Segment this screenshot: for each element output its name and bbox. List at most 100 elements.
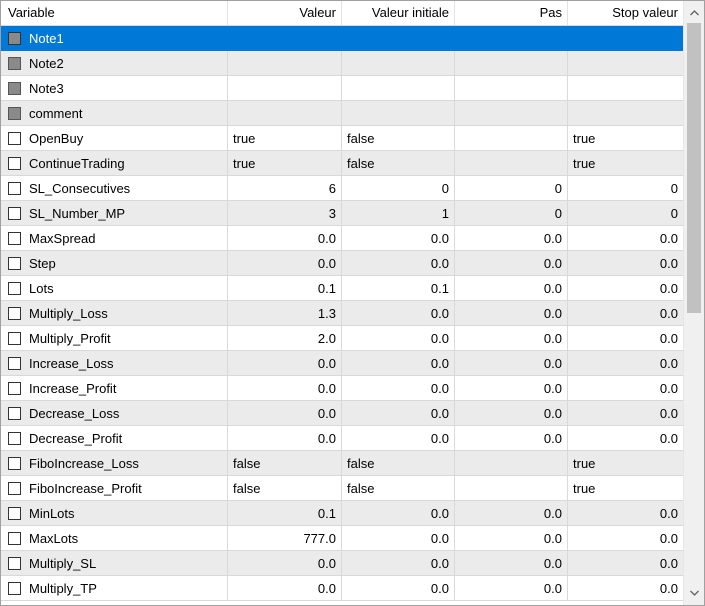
initial-value-cell[interactable]: 0.0 — [342, 301, 455, 326]
table-row[interactable]: MinLots 0.1 0.0 0.0 0.0 — [1, 501, 684, 526]
table-row[interactable]: Multiply_TP 0.0 0.0 0.0 0.0 — [1, 576, 684, 601]
variable-cell[interactable]: Increase_Profit — [1, 376, 228, 401]
step-cell[interactable] — [455, 151, 568, 176]
value-cell[interactable]: 2.0 — [228, 326, 342, 351]
table-row[interactable]: Decrease_Profit 0.0 0.0 0.0 0.0 — [1, 426, 684, 451]
optimize-checkbox[interactable] — [8, 231, 21, 245]
step-cell[interactable]: 0.0 — [455, 526, 568, 551]
table-row[interactable]: Step 0.0 0.0 0.0 0.0 — [1, 251, 684, 276]
optimize-checkbox[interactable] — [8, 81, 21, 95]
table-row[interactable]: Multiply_Profit 2.0 0.0 0.0 0.0 — [1, 326, 684, 351]
initial-value-cell[interactable]: 0.0 — [342, 251, 455, 276]
optimize-checkbox[interactable] — [8, 481, 21, 495]
optimize-checkbox[interactable] — [8, 306, 21, 320]
initial-value-cell[interactable]: 0.0 — [342, 401, 455, 426]
value-cell[interactable] — [228, 26, 342, 51]
initial-value-cell[interactable]: 0.0 — [342, 501, 455, 526]
stop-value-cell[interactable]: true — [568, 126, 684, 151]
optimize-checkbox[interactable] — [8, 556, 21, 570]
column-header-variable[interactable]: Variable — [1, 1, 228, 25]
step-cell[interactable]: 0 — [455, 201, 568, 226]
value-cell[interactable]: 0.1 — [228, 276, 342, 301]
step-cell[interactable]: 0.0 — [455, 551, 568, 576]
vertical-scrollbar[interactable] — [683, 1, 704, 605]
stop-value-cell[interactable]: true — [568, 451, 684, 476]
table-row[interactable]: Note1 — [1, 26, 684, 51]
variable-cell[interactable]: SL_Consecutives — [1, 176, 228, 201]
initial-value-cell[interactable]: 0 — [342, 176, 455, 201]
stop-value-cell[interactable]: 0.0 — [568, 376, 684, 401]
column-header-initial-value[interactable]: Valeur initiale — [342, 1, 455, 25]
optimize-checkbox[interactable] — [8, 256, 21, 270]
value-cell[interactable]: 6 — [228, 176, 342, 201]
stop-value-cell[interactable]: 0.0 — [568, 326, 684, 351]
variable-cell[interactable]: FiboIncrease_Loss — [1, 451, 228, 476]
variable-cell[interactable]: FiboIncrease_Profit — [1, 476, 228, 501]
step-cell[interactable]: 0.0 — [455, 326, 568, 351]
initial-value-cell[interactable]: 0.0 — [342, 326, 455, 351]
column-header-stop-value[interactable]: Stop valeur — [568, 1, 684, 25]
initial-value-cell[interactable]: 0.0 — [342, 576, 455, 601]
variable-cell[interactable]: Note2 — [1, 51, 228, 76]
stop-value-cell[interactable]: true — [568, 476, 684, 501]
value-cell[interactable] — [228, 76, 342, 101]
table-row[interactable]: FiboIncrease_Loss false false true — [1, 451, 684, 476]
optimize-checkbox[interactable] — [8, 56, 21, 70]
initial-value-cell[interactable]: 0.0 — [342, 351, 455, 376]
stop-value-cell[interactable]: 0.0 — [568, 351, 684, 376]
variable-cell[interactable]: Multiply_SL — [1, 551, 228, 576]
table-row[interactable]: MaxSpread 0.0 0.0 0.0 0.0 — [1, 226, 684, 251]
table-row[interactable]: SL_Consecutives 6 0 0 0 — [1, 176, 684, 201]
value-cell[interactable]: 0.0 — [228, 401, 342, 426]
column-header-value[interactable]: Valeur — [228, 1, 342, 25]
optimize-checkbox[interactable] — [8, 381, 21, 395]
table-row[interactable]: Decrease_Loss 0.0 0.0 0.0 0.0 — [1, 401, 684, 426]
value-cell[interactable]: true — [228, 151, 342, 176]
value-cell[interactable]: 3 — [228, 201, 342, 226]
initial-value-cell[interactable] — [342, 26, 455, 51]
step-cell[interactable]: 0.0 — [455, 501, 568, 526]
optimize-checkbox[interactable] — [8, 431, 21, 445]
variable-cell[interactable]: Note1 — [1, 26, 228, 51]
optimize-checkbox[interactable] — [8, 131, 21, 145]
initial-value-cell[interactable]: 0.0 — [342, 376, 455, 401]
stop-value-cell[interactable]: 0.0 — [568, 576, 684, 601]
optimize-checkbox[interactable] — [8, 456, 21, 470]
step-cell[interactable]: 0.0 — [455, 301, 568, 326]
value-cell[interactable]: 0.0 — [228, 351, 342, 376]
initial-value-cell[interactable]: false — [342, 126, 455, 151]
step-cell[interactable] — [455, 76, 568, 101]
column-header-step[interactable]: Pas — [455, 1, 568, 25]
optimize-checkbox[interactable] — [8, 31, 21, 45]
variable-cell[interactable]: Step — [1, 251, 228, 276]
optimize-checkbox[interactable] — [8, 331, 21, 345]
initial-value-cell[interactable]: 0.0 — [342, 226, 455, 251]
variable-cell[interactable]: Increase_Loss — [1, 351, 228, 376]
stop-value-cell[interactable] — [568, 26, 684, 51]
stop-value-cell[interactable] — [568, 101, 684, 126]
table-row[interactable]: ContinueTrading true false true — [1, 151, 684, 176]
variable-cell[interactable]: Multiply_TP — [1, 576, 228, 601]
table-row[interactable]: FiboIncrease_Profit false false true — [1, 476, 684, 501]
variable-cell[interactable]: ContinueTrading — [1, 151, 228, 176]
variable-cell[interactable]: MaxSpread — [1, 226, 228, 251]
value-cell[interactable]: 0.0 — [228, 426, 342, 451]
value-cell[interactable]: false — [228, 451, 342, 476]
chevron-up-icon[interactable] — [684, 3, 704, 23]
stop-value-cell[interactable] — [568, 51, 684, 76]
step-cell[interactable]: 0.0 — [455, 276, 568, 301]
chevron-down-icon[interactable] — [684, 583, 704, 603]
table-row[interactable]: Multiply_SL 0.0 0.0 0.0 0.0 — [1, 551, 684, 576]
stop-value-cell[interactable]: 0.0 — [568, 301, 684, 326]
table-row[interactable]: Increase_Loss 0.0 0.0 0.0 0.0 — [1, 351, 684, 376]
table-row[interactable]: MaxLots 777.0 0.0 0.0 0.0 — [1, 526, 684, 551]
table-row[interactable]: Lots 0.1 0.1 0.0 0.0 — [1, 276, 684, 301]
table-row[interactable]: Multiply_Loss 1.3 0.0 0.0 0.0 — [1, 301, 684, 326]
stop-value-cell[interactable]: true — [568, 151, 684, 176]
value-cell[interactable]: true — [228, 126, 342, 151]
step-cell[interactable]: 0.0 — [455, 376, 568, 401]
initial-value-cell[interactable]: 0.0 — [342, 426, 455, 451]
initial-value-cell[interactable] — [342, 51, 455, 76]
optimize-checkbox[interactable] — [8, 506, 21, 520]
step-cell[interactable]: 0.0 — [455, 401, 568, 426]
